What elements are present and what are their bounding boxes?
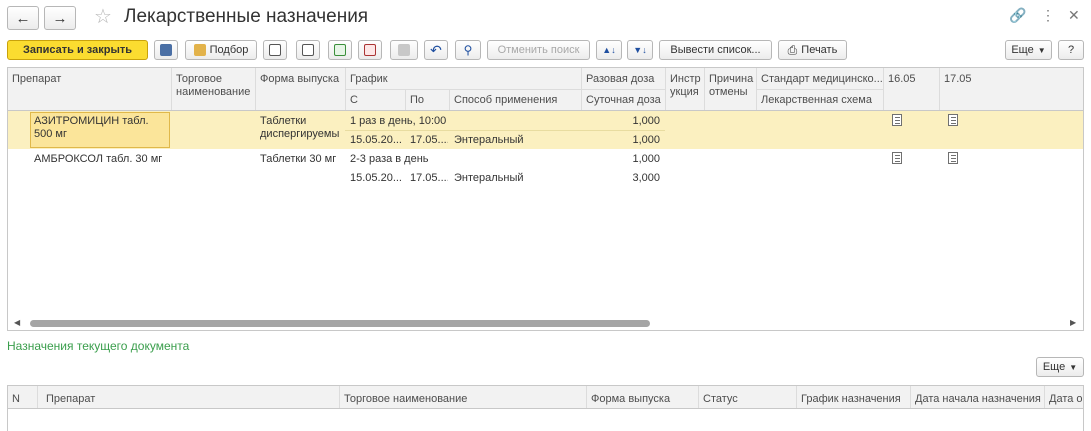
pick-icon [193, 44, 206, 56]
row-single-dose: 1,000 [632, 153, 660, 165]
schedule-doc-icon[interactable] [948, 114, 958, 126]
header-trade-name[interactable]: Торговое наименование [340, 390, 580, 409]
more-button[interactable]: Еще ▼ [1005, 40, 1052, 60]
cancel-button[interactable] [358, 40, 382, 60]
header-status[interactable]: Статус [699, 390, 795, 409]
header-method[interactable]: Способ применения [450, 91, 581, 110]
link-icon[interactable]: 🔗 [1009, 7, 1026, 24]
section-title: Назначения текущего документа [7, 339, 190, 353]
row-schedule: 1 раз в день, 10:00 [350, 115, 447, 127]
list-button[interactable] [296, 40, 320, 60]
copy-icon [269, 44, 281, 56]
search-icon: ⚲ [463, 43, 473, 57]
schedule-doc-icon[interactable] [948, 152, 958, 164]
row-method: Энтеральный [454, 134, 524, 146]
header-drug-scheme[interactable]: Лекарственная схема [757, 91, 883, 110]
row-from: 15.05.20... [350, 134, 402, 146]
forward-button[interactable]: → [44, 6, 76, 30]
header-end-date[interactable]: Дата о [1045, 390, 1083, 409]
back-button[interactable]: ← [7, 6, 39, 30]
sort-asc-button[interactable]: ▲↓ [596, 40, 622, 60]
find-button[interactable]: ⚲ [455, 40, 481, 60]
page-title: Лекарственные назначения [124, 6, 369, 27]
row-form: Таблетки диспергируемы [260, 115, 340, 140]
save-button[interactable] [154, 40, 178, 60]
save-and-close-button[interactable]: Записать и закрыть [7, 40, 148, 60]
favorite-star-icon[interactable]: ☆ [94, 6, 112, 28]
help-button[interactable]: ? [1058, 40, 1084, 60]
header-instruction[interactable]: Инстр укция [666, 70, 704, 102]
users-icon [398, 44, 410, 56]
floppy-disk-icon [160, 44, 172, 56]
document-cancel-icon [364, 44, 376, 56]
row-form: Таблетки 30 мг [260, 153, 337, 165]
row-schedule: 2-3 раза в день [350, 153, 429, 165]
header-n[interactable]: N [8, 390, 36, 409]
row-to: 17.05.... [410, 134, 448, 146]
row-from: 15.05.20... [350, 172, 402, 184]
header-trade-name[interactable]: Торговое наименование [172, 70, 255, 102]
header-drug[interactable]: Препарат [8, 70, 168, 89]
row-drug: АМБРОКСОЛ табл. 30 мг [34, 153, 163, 165]
list-icon [302, 44, 314, 56]
approve-button[interactable] [328, 40, 352, 60]
header-form[interactable]: Форма выпуска [587, 390, 697, 409]
arrow-right-icon: → [52, 9, 68, 27]
podbor-button[interactable]: Подбор [185, 40, 257, 60]
kebab-menu-icon[interactable]: ⋮ [1041, 7, 1055, 24]
header-start-date[interactable]: Дата начала назначения [911, 390, 1044, 409]
row-drug: АЗИТРОМИЦИН табл. 500 мг [34, 115, 149, 140]
scrollbar-thumb[interactable] [30, 320, 650, 327]
sort-desc-button[interactable]: ▼↓ [627, 40, 653, 60]
header-standard[interactable]: Стандарт медицинско... [757, 70, 883, 89]
copy-button[interactable] [263, 40, 287, 60]
header-single-dose[interactable]: Разовая доза [582, 70, 665, 89]
podbor-label: Подбор [209, 44, 249, 56]
row-daily-dose: 1,000 [632, 134, 660, 146]
scroll-left-icon[interactable]: ◀ [14, 318, 20, 327]
sort-descending-icon: ▼↓ [633, 45, 647, 55]
arrow-left-icon: ← [15, 9, 31, 27]
schedule-doc-icon[interactable] [892, 152, 902, 164]
prescriptions-table[interactable]: Препарат Торговое наименование Форма вып… [7, 67, 1084, 331]
row-daily-dose: 3,000 [632, 172, 660, 184]
sort-ascending-icon: ▲↓ [602, 45, 616, 55]
undo-icon: ↶ [430, 41, 442, 58]
more-label: Еще [1011, 44, 1034, 56]
row-single-dose: 1,000 [632, 115, 660, 127]
users-button[interactable] [390, 40, 418, 60]
scroll-right-icon[interactable]: ▶ [1070, 318, 1076, 327]
row-to: 17.05.... [410, 172, 448, 184]
header-daily-dose[interactable]: Суточная доза [582, 91, 665, 110]
header-date-1[interactable]: 16.05 [884, 70, 939, 89]
document-check-icon [334, 44, 346, 56]
printer-icon: ⎙ [787, 42, 798, 57]
header-to[interactable]: По [406, 91, 449, 110]
header-date-2[interactable]: 17.05 [940, 70, 995, 89]
chevron-down-icon: ▼ [1037, 45, 1046, 55]
more-label: Еще [1042, 361, 1066, 373]
more-button-2[interactable]: Еще ▼ [1036, 357, 1084, 377]
horizontal-scrollbar[interactable]: ◀ ▶ [8, 317, 1083, 330]
chevron-down-icon: ▼ [1069, 362, 1078, 372]
header-cancel-reason[interactable]: Причина отмены [705, 70, 756, 102]
cancel-search-button[interactable]: Отменить поиск [487, 40, 590, 60]
header-schedule[interactable]: График назначения [797, 390, 909, 409]
header-schedule[interactable]: График [346, 70, 581, 89]
header-from[interactable]: С [346, 91, 405, 110]
schedule-doc-icon[interactable] [892, 114, 902, 126]
header-drug[interactable]: Препарат [42, 390, 332, 409]
row-method: Энтеральный [454, 172, 524, 184]
close-icon[interactable]: ✕ [1068, 7, 1080, 24]
header-form[interactable]: Форма выпуска [256, 70, 345, 89]
print-label: Печать [801, 44, 838, 56]
show-list-button[interactable]: Вывести список... [659, 40, 772, 60]
print-button[interactable]: ⎙ Печать [778, 40, 847, 60]
undo-button[interactable]: ↶ [424, 40, 448, 60]
current-document-table[interactable]: N Препарат Торговое наименование Форма в… [7, 385, 1084, 431]
